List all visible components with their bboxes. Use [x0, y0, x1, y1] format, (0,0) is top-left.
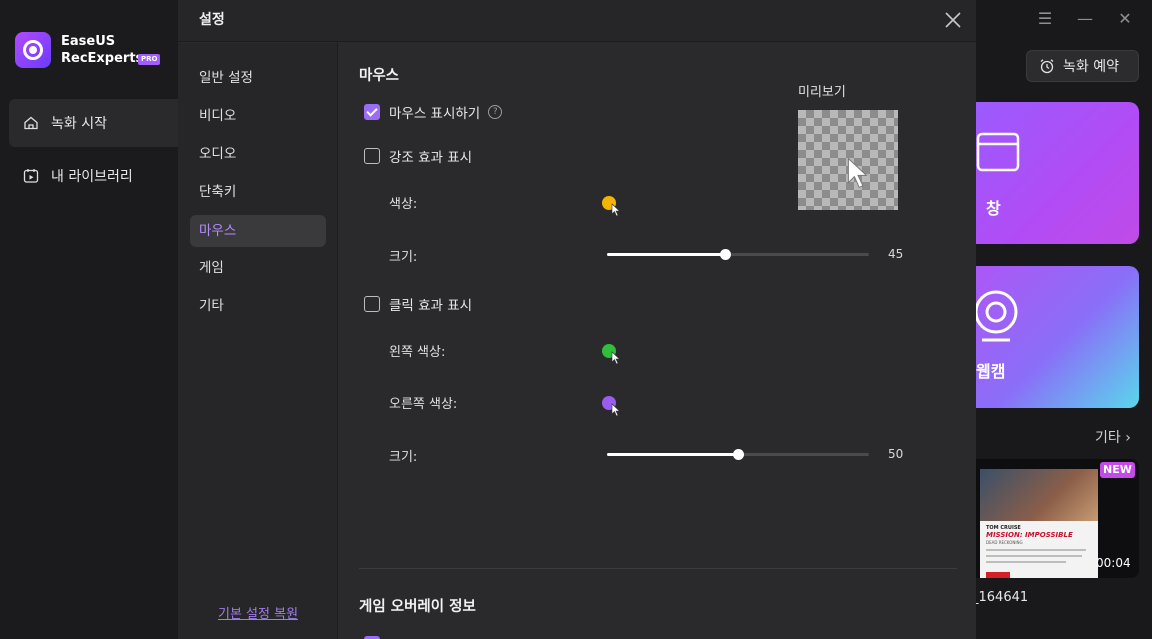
- cursor-preview: [798, 110, 898, 210]
- slider-thumb[interactable]: [733, 449, 744, 460]
- app-sidebar: EaseUS RecExperts PRO 녹화 시작 내 라이브러리: [0, 0, 178, 639]
- recording-filename: _164641: [972, 590, 1029, 605]
- highlight-color-label: 색상:: [389, 197, 418, 212]
- poster-image: [980, 469, 1098, 521]
- text-line: [986, 561, 1066, 563]
- click-size-label: 크기:: [389, 450, 418, 465]
- right-color-label: 오른쪽 색상:: [389, 397, 458, 412]
- other-link[interactable]: 기타 ›: [1095, 427, 1131, 447]
- home-icon: [24, 116, 38, 130]
- dialog-header: 설정: [178, 0, 976, 42]
- show-mouse-label: 마우스 표시하기: [389, 106, 481, 122]
- preview-cursor-icon: [847, 157, 868, 189]
- highlight-checkbox[interactable]: [364, 148, 380, 164]
- record-window-card[interactable]: 창: [960, 102, 1139, 244]
- new-badge: NEW: [1100, 462, 1135, 478]
- highlight-label: 강조 효과 표시: [389, 150, 473, 166]
- slider-fill: [607, 253, 725, 256]
- settings-nav-game[interactable]: 게임: [190, 252, 326, 284]
- nav-item-label: 녹화 시작: [51, 116, 107, 132]
- settings-nav-other[interactable]: 기타: [190, 290, 326, 322]
- show-mouse-row: 마우스 표시하기 ?: [364, 102, 503, 122]
- section-title-mouse: 마우스: [359, 68, 400, 84]
- settings-nav-video[interactable]: 비디오: [190, 100, 326, 132]
- settings-nav-hotkeys[interactable]: 단축키: [190, 176, 326, 208]
- slider-fill: [607, 453, 738, 456]
- other-link-label: 기타: [1095, 430, 1121, 446]
- brand-product: RecExperts: [61, 51, 144, 66]
- click-size-value: 50: [888, 447, 904, 461]
- close-window-icon[interactable]: ✕: [1116, 10, 1134, 28]
- highlight-size-label: 크기:: [389, 250, 418, 265]
- duration-label: 00:04: [1096, 556, 1131, 570]
- mouse-settings-panel: 마우스 마우스 표시하기 ? 강조 효과 표시 색상: 크기: 45 클릭 효과…: [339, 43, 976, 639]
- click-effect-label: 클릭 효과 표시: [389, 298, 473, 314]
- webcam-icon: [974, 290, 1018, 342]
- text-line: [986, 549, 1086, 551]
- minimize-icon[interactable]: —: [1076, 10, 1094, 28]
- section-title-game-overlay: 게임 오버레이 정보: [359, 599, 476, 615]
- cursor-icon: [611, 403, 621, 417]
- pro-badge: PRO: [138, 54, 161, 65]
- thumbnail-image: TOM CRUISE MISSION: IMPOSSIBLE DEAD RECK…: [980, 469, 1098, 578]
- schedule-label: 녹화 예약: [1063, 59, 1119, 75]
- text-line: [986, 555, 1082, 557]
- nav-item-label: 내 라이브러리: [51, 169, 133, 185]
- thumb-button: [986, 572, 1010, 578]
- thumb-text: DEAD RECKONING: [986, 540, 1023, 545]
- card-label: 웹캠: [976, 362, 1006, 381]
- click-effect-row: 클릭 효과 표시: [364, 294, 472, 314]
- window-icon: [976, 132, 1020, 172]
- cursor-icon: [611, 351, 621, 365]
- dialog-title: 설정: [199, 12, 225, 28]
- brand-name: EaseUS: [61, 34, 116, 49]
- preview-label: 미리보기: [798, 85, 846, 100]
- close-icon[interactable]: [942, 9, 964, 31]
- schedule-recording-button[interactable]: 녹화 예약: [1026, 50, 1139, 82]
- highlight-size-value: 45: [888, 247, 904, 261]
- show-mouse-checkbox[interactable]: [364, 104, 380, 120]
- nav-item-start-recording[interactable]: 녹화 시작: [9, 99, 178, 147]
- chevron-right-icon: ›: [1125, 430, 1131, 446]
- settings-dialog: 설정 일반 설정 비디오 오디오 단축키 마우스 게임 기타 기본 설정 복원 …: [178, 0, 976, 639]
- help-icon[interactable]: ?: [488, 105, 503, 119]
- settings-nav-mouse[interactable]: 마우스: [190, 215, 326, 247]
- slider-thumb[interactable]: [719, 249, 731, 260]
- click-size-slider[interactable]: [607, 449, 869, 460]
- restore-defaults-link[interactable]: 기본 설정 복원: [218, 603, 298, 622]
- thumb-text: MISSION: IMPOSSIBLE: [986, 531, 1073, 539]
- settings-nav-audio[interactable]: 오디오: [190, 138, 326, 170]
- click-effect-checkbox[interactable]: [364, 296, 380, 312]
- left-color-label: 왼쪽 색상:: [389, 345, 446, 360]
- record-webcam-card[interactable]: 웹캠: [960, 266, 1139, 408]
- menu-icon[interactable]: ☰: [1036, 10, 1054, 28]
- settings-nav: 일반 설정 비디오 오디오 단축키 마우스 게임 기타 기본 설정 복원: [178, 43, 338, 639]
- settings-nav-general[interactable]: 일반 설정: [190, 62, 326, 94]
- library-icon: [23, 169, 39, 183]
- highlight-row: 강조 효과 표시: [364, 146, 472, 166]
- highlight-size-slider[interactable]: [607, 249, 869, 260]
- card-label: 창: [986, 199, 1001, 218]
- app-logo-icon: [15, 32, 51, 68]
- cursor-icon: [611, 203, 621, 217]
- divider: [359, 568, 957, 569]
- alarm-clock-icon: [1040, 59, 1054, 74]
- nav-item-library[interactable]: 내 라이브러리: [9, 152, 178, 200]
